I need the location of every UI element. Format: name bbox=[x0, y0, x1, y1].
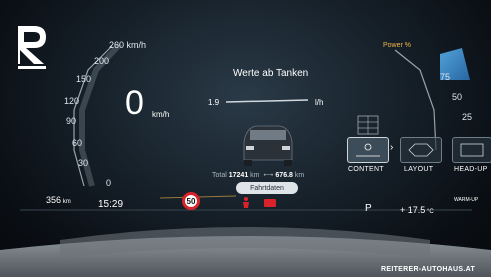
page-title: Werte ab Tanken bbox=[233, 68, 309, 79]
menu-item-head-up[interactable] bbox=[452, 137, 491, 163]
total-unit: km bbox=[250, 172, 260, 179]
temperature-value: + 17.5 bbox=[400, 205, 426, 215]
range-readout: 356 km bbox=[46, 195, 71, 205]
vehicle-icon bbox=[243, 125, 293, 166]
total-label: Total bbox=[212, 172, 227, 179]
power-scale-50: 50 bbox=[452, 92, 463, 102]
speed-scale-200: 200 bbox=[94, 56, 110, 66]
speed-scale-60: 60 bbox=[72, 138, 83, 148]
speed-unit: km/h bbox=[152, 110, 170, 119]
range-value: 356 bbox=[46, 195, 62, 205]
tab-fahrtdaten[interactable]: Fahrtdaten bbox=[236, 182, 298, 194]
odometer-readout: Total 17241 km ⟷ 676.8 km bbox=[212, 171, 304, 179]
brand-logo bbox=[18, 26, 46, 69]
menu-label-content: CONTENT bbox=[348, 166, 384, 173]
range-unit: km bbox=[62, 199, 71, 205]
menu-label-layout: LAYOUT bbox=[404, 166, 434, 173]
outside-temperature: + 17.5 °C bbox=[400, 205, 434, 215]
trip-value: 676.8 bbox=[275, 172, 293, 179]
speed-scale-120: 120 bbox=[64, 96, 80, 106]
speed-scale-90: 90 bbox=[66, 116, 77, 126]
consumption-unit: l/h bbox=[315, 98, 324, 107]
speed-scale-top: 260 km/h bbox=[109, 40, 147, 50]
content-icon bbox=[356, 143, 380, 157]
temperature-unit: °C bbox=[426, 209, 434, 215]
power-gauge-label: Power % bbox=[383, 42, 412, 49]
trip-unit: km bbox=[294, 172, 305, 179]
menu-item-layout[interactable] bbox=[400, 137, 442, 163]
warmup-label: WARM-UP bbox=[454, 197, 479, 203]
menu-label-head-up: HEAD-UP bbox=[454, 166, 488, 173]
instrument-cluster: 260 km/h 200 150 120 90 60 30 0 0 km/h W… bbox=[0, 0, 491, 277]
speed-scale-150: 150 bbox=[76, 74, 92, 84]
watermark: REITERER-AUTOHAUS.AT bbox=[381, 266, 476, 273]
layout-icon bbox=[408, 143, 434, 157]
gear-indicator: P bbox=[365, 203, 372, 214]
menu-grid-icon bbox=[356, 114, 380, 136]
consumption-value: 1.9 bbox=[208, 98, 220, 107]
trip-icon: ⟷ bbox=[261, 172, 274, 179]
speed-limit-sign: 50 bbox=[182, 192, 200, 210]
clock: 15:29 bbox=[98, 199, 124, 210]
speed-scale-0: 0 bbox=[106, 178, 112, 188]
speed-scale-30: 30 bbox=[78, 158, 89, 168]
chevron-right-icon: › bbox=[390, 142, 394, 153]
seatbelt-warning-icon bbox=[243, 197, 276, 208]
power-scale-75: 75 bbox=[440, 72, 451, 82]
head-up-icon bbox=[460, 143, 484, 157]
menu-item-content[interactable] bbox=[347, 137, 389, 163]
power-scale-25: 25 bbox=[462, 112, 473, 122]
total-value: 17241 bbox=[228, 172, 249, 179]
speed-value: 0 bbox=[125, 84, 145, 122]
